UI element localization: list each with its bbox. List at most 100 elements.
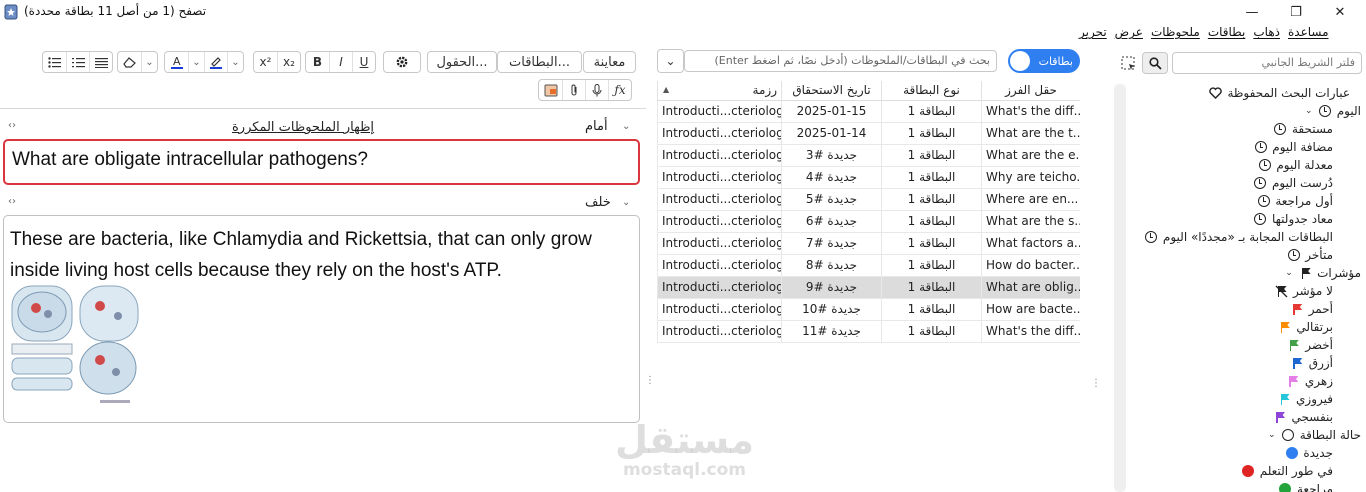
field-collapse-icon[interactable]: ‹› xyxy=(8,120,16,131)
front-field-text[interactable]: What are obligate intracellular pathogen… xyxy=(5,141,638,179)
splitter-handle[interactable]: ⋮ xyxy=(645,375,655,386)
column-header-card-type[interactable]: نوع البطاقة xyxy=(881,81,981,100)
italic-button[interactable]: I xyxy=(329,52,352,72)
front-field-editor[interactable]: What are obligate intracellular pathogen… xyxy=(3,139,640,185)
image-occlusion-icon[interactable] xyxy=(539,80,562,100)
sidebar-item-today-0[interactable]: مستحقة xyxy=(1274,120,1333,138)
expand-arrow-icon[interactable]: ⌄ xyxy=(1284,268,1294,278)
show-duplicates-link[interactable]: إظهار الملحوظات المكررة xyxy=(232,120,374,135)
sidebar-item-flag-0[interactable]: لا مؤشر xyxy=(1275,282,1333,300)
clock-icon xyxy=(1287,249,1300,262)
sidebar-filter-input[interactable]: فلتر الشريط الجانبي xyxy=(1172,52,1362,74)
table-row[interactable]: Introducti...cteriology جديدة #6 البطاقة 1… xyxy=(657,211,1080,233)
align-icon[interactable] xyxy=(89,52,112,72)
clock-icon xyxy=(1254,213,1267,226)
sidebar-item-flag-1[interactable]: أحمر xyxy=(1291,300,1333,318)
back-field-text[interactable]: These are bacteria, like Chlamydia and R… xyxy=(4,216,639,290)
maximize-button[interactable]: ❐ xyxy=(1276,0,1316,24)
table-row[interactable]: Introducti...cteriology جديدة #3 البطاقة 1… xyxy=(657,145,1080,167)
sidebar-item-today[interactable]: ⌄ اليوم xyxy=(1304,102,1361,120)
close-button[interactable]: ✕ xyxy=(1320,0,1360,24)
sidebar-item-today-6[interactable]: البطاقات المجابة بـ «مجددًا» اليوم xyxy=(1145,228,1333,246)
table-row[interactable]: Introducti...cteriology جديدة #7 البطاقة 1… xyxy=(657,233,1080,255)
toolbar-divider xyxy=(0,108,646,109)
settings-button[interactable] xyxy=(383,51,421,73)
sidebar-item-today-5[interactable]: معاد جدولتها xyxy=(1254,210,1333,228)
cell-sort-field: What are the e... xyxy=(981,145,1080,166)
sidebar-item-saved-searches[interactable]: عبارات البحث المحفوظة xyxy=(1209,84,1350,102)
chevron-down-icon[interactable]: ⌄ xyxy=(622,121,630,132)
font-color-icon[interactable]: A xyxy=(165,52,188,72)
expand-arrow-icon[interactable]: ⌄ xyxy=(1267,430,1277,440)
flag-icon xyxy=(1278,321,1291,334)
sidebar-item-flag-4[interactable]: أزرق xyxy=(1291,354,1333,372)
sidebar-item-state-0[interactable]: جديدة xyxy=(1285,444,1333,462)
preview-button[interactable]: معاينة xyxy=(583,51,636,73)
sidebar-item-flags[interactable]: ⌄ مؤشرات xyxy=(1284,264,1361,282)
paperclip-icon[interactable] xyxy=(562,80,585,100)
back-field-image[interactable] xyxy=(10,282,142,410)
minimize-button[interactable]: — xyxy=(1232,0,1272,24)
chevron-down-icon[interactable]: ⌄ xyxy=(227,52,243,72)
column-header-deck[interactable]: رزمة xyxy=(657,81,781,100)
clock-icon xyxy=(1254,141,1267,154)
column-header-due[interactable]: تاريخ الاستحقاق xyxy=(781,81,881,100)
microphone-icon[interactable] xyxy=(585,80,608,100)
bold-button[interactable]: B xyxy=(306,52,329,72)
cards-notes-toggle[interactable]: بطاقات xyxy=(1008,49,1080,73)
menu-edit[interactable]: تحرير xyxy=(1075,25,1111,43)
fields-button[interactable]: الحقول... xyxy=(427,51,497,73)
back-field-editor[interactable]: These are bacteria, like Chlamydia and R… xyxy=(3,215,640,423)
sidebar-item-flag-2[interactable]: برتقالي xyxy=(1278,318,1333,336)
table-row[interactable]: Introducti...cteriology جديدة #8 البطاقة 1… xyxy=(657,255,1080,277)
column-header-sort-field[interactable]: حقل الفرز xyxy=(981,81,1080,100)
sidebar-item-state-1[interactable]: في طور التعلم xyxy=(1242,462,1333,480)
menu-cards[interactable]: بطاقات xyxy=(1204,25,1250,43)
unordered-list-icon[interactable] xyxy=(43,52,66,72)
menu-help[interactable]: مساعدة xyxy=(1284,25,1333,43)
sidebar-item-today-4[interactable]: أول مراجعة xyxy=(1257,192,1333,210)
table-row[interactable]: Introducti...cteriology جديدة #4 البطاقة 1… xyxy=(657,167,1080,189)
eraser-icon[interactable] xyxy=(118,52,141,72)
sidebar-item-today-2[interactable]: معدلة اليوم xyxy=(1258,156,1333,174)
chevron-down-icon[interactable]: ⌄ xyxy=(188,52,204,72)
cell-deck: Introducti...cteriology xyxy=(657,189,781,210)
sidebar-item-flag-7[interactable]: بنفسجي xyxy=(1274,408,1333,426)
sidebar-item-card-state[interactable]: ⌄ حالة البطاقة xyxy=(1267,426,1361,444)
splitter-handle[interactable]: ⋮ xyxy=(1091,378,1101,389)
menu-go[interactable]: ذهاب xyxy=(1249,25,1284,43)
toggle-knob xyxy=(1010,51,1030,71)
ordered-list-icon[interactable] xyxy=(66,52,89,72)
sidebar-search-button[interactable] xyxy=(1142,52,1168,74)
table-row[interactable]: Introducti...cteriology جديدة #5 البطاقة 1… xyxy=(657,189,1080,211)
sidebar-item-flag-6[interactable]: فيروزي xyxy=(1278,390,1333,408)
chevron-down-icon[interactable]: ⌄ xyxy=(141,52,157,72)
sidebar-item-today-3[interactable]: دُرست اليوم xyxy=(1254,174,1333,192)
selection-tool-icon[interactable] xyxy=(1118,52,1138,74)
sidebar-scrollbar[interactable] xyxy=(1114,84,1126,492)
flag-icon xyxy=(1287,375,1300,388)
browser-search-input[interactable]: بحث في البطاقات/الملحوظات (أدخل نصًا، ثم… xyxy=(684,50,997,72)
search-history-dropdown[interactable]: ⌄ xyxy=(657,49,684,73)
table-row[interactable]: Introducti...cteriology 2025-01-14 البطاقة… xyxy=(657,123,1080,145)
superscript-button[interactable]: x² xyxy=(254,52,277,72)
subscript-button[interactable]: x₂ xyxy=(277,52,300,72)
highlight-color-icon[interactable] xyxy=(204,52,227,72)
sidebar-item-state-2[interactable]: مراجعة xyxy=(1279,480,1333,492)
menu-view[interactable]: عرض xyxy=(1111,25,1147,43)
underline-button[interactable]: U xyxy=(352,52,375,72)
formula-icon[interactable]: ƒx xyxy=(608,80,631,100)
field-collapse-icon[interactable]: ‹› xyxy=(8,196,16,207)
expand-arrow-icon[interactable]: ⌄ xyxy=(1304,106,1314,116)
table-row[interactable]: Introducti...cteriology 2025-01-15 البطاقة… xyxy=(657,101,1080,123)
table-row[interactable]: Introducti...cteriology جديدة #10 البطاقة … xyxy=(657,299,1080,321)
chevron-down-icon[interactable]: ⌄ xyxy=(622,197,630,208)
sidebar-item-today-1[interactable]: مضافة اليوم xyxy=(1254,138,1333,156)
table-row[interactable]: Introducti...cteriology جديدة #9 البطاقة 1… xyxy=(657,277,1080,299)
table-row[interactable]: Introducti...cteriology جديدة #11 البطاقة … xyxy=(657,321,1080,343)
sidebar-item-flag-3[interactable]: أخضر xyxy=(1287,336,1333,354)
sidebar-item-today-7[interactable]: متأخر xyxy=(1287,246,1333,264)
cards-button[interactable]: البطاقات... xyxy=(497,51,582,73)
sidebar-item-flag-5[interactable]: زهري xyxy=(1287,372,1333,390)
menu-notes[interactable]: ملحوظات xyxy=(1147,25,1204,43)
